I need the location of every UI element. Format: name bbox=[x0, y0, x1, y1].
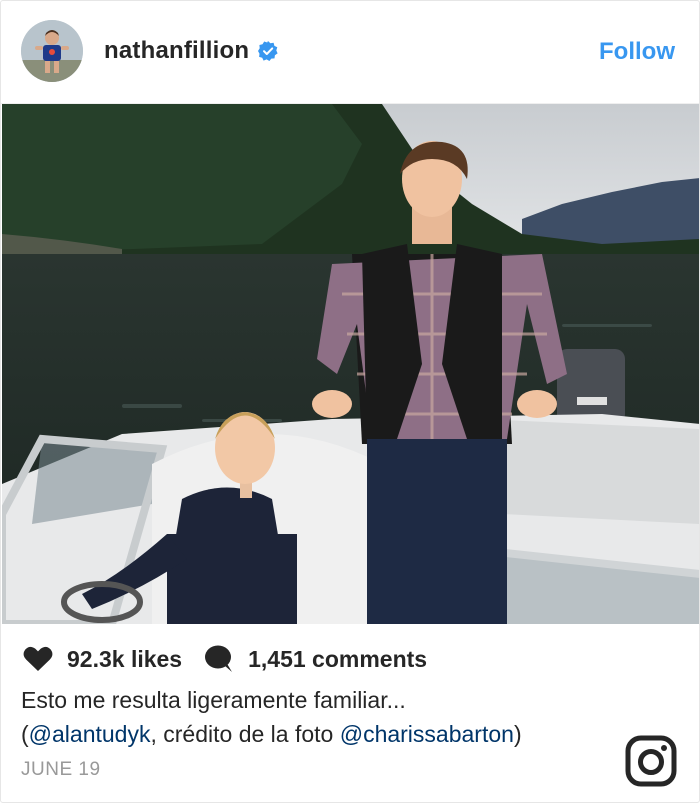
username[interactable]: nathanfillion bbox=[104, 37, 249, 65]
caption-middle-text: , crédito de la foto bbox=[150, 721, 340, 747]
likes-count: 92.3k likes bbox=[67, 645, 183, 672]
caption-line-1: Esto me resulta ligeramente familiar... bbox=[21, 687, 406, 713]
comments-count: 1,451 comments bbox=[248, 645, 428, 672]
caption-open-paren: ( bbox=[21, 721, 29, 747]
post-stats: 92.3k likes 1,451 comments bbox=[23, 645, 427, 673]
username-group: nathanfillion bbox=[104, 37, 278, 65]
caption-close-paren: ) bbox=[513, 721, 522, 747]
caption-line-2: (@alantudyk, crédito de la foto @chariss… bbox=[21, 717, 641, 751]
comment-bubble-icon bbox=[205, 645, 233, 672]
post-photo-illustration bbox=[2, 104, 699, 624]
instagram-logo-icon[interactable] bbox=[625, 735, 677, 787]
mention-link-charissabarton[interactable]: @charissabarton bbox=[340, 721, 514, 747]
post-caption: Esto me resulta ligeramente familiar... … bbox=[21, 683, 641, 751]
mention-link-alantudyk[interactable]: @alantudyk bbox=[29, 721, 151, 747]
post-date[interactable]: JUNE 19 bbox=[21, 759, 101, 781]
comments-stat[interactable]: 1,451 comments bbox=[204, 645, 427, 673]
instagram-post-card: nathanfillion Follow 92.3k likes 1,451 c… bbox=[0, 0, 700, 803]
verified-badge-icon bbox=[258, 41, 278, 61]
likes-stat[interactable]: 92.3k likes bbox=[23, 646, 182, 673]
follow-button[interactable]: Follow bbox=[599, 38, 675, 66]
heart-icon bbox=[23, 646, 53, 671]
post-photo[interactable] bbox=[2, 104, 699, 624]
post-header: nathanfillion Follow bbox=[1, 1, 699, 104]
avatar[interactable] bbox=[21, 20, 83, 82]
